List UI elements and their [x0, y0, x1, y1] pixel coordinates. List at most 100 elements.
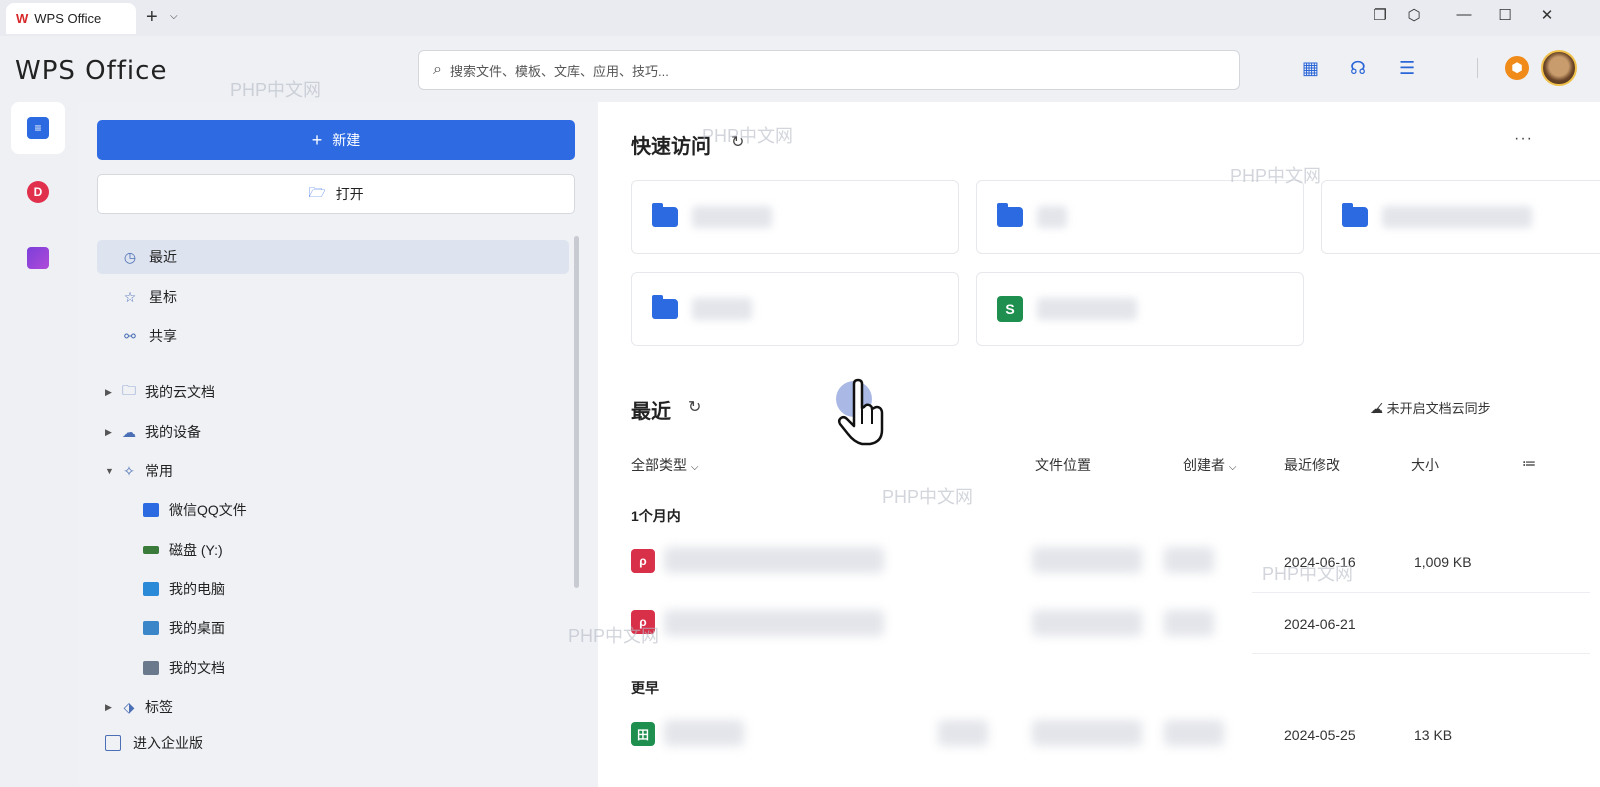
column-location[interactable]: 文件位置 [1035, 455, 1091, 475]
pin-icon: ✧ [123, 462, 135, 479]
quick-access-card[interactable] [976, 180, 1304, 254]
apps-grid-icon[interactable]: ▦ [1302, 58, 1319, 79]
blurred-file-name [664, 547, 884, 573]
menu-icon[interactable]: ☰ [1399, 58, 1415, 79]
wechat-folder-icon [143, 503, 159, 517]
row-modified: 2024-05-25 [1284, 727, 1356, 743]
tree-item-label: 我的云文档 [145, 384, 215, 400]
column-type-filter[interactable]: 全部类型 ⌵ [631, 455, 698, 475]
minimize-button[interactable]: — [1452, 6, 1476, 23]
watermark: PHP中文网 [1230, 166, 1322, 186]
common-item-my-documents[interactable]: 我的文档 [143, 653, 225, 683]
tab-wps-office[interactable]: W WPS Office [6, 3, 136, 34]
avatar[interactable] [1541, 50, 1577, 86]
member-badge-icon[interactable]: ⬢ [1505, 56, 1529, 80]
common-item-label: 微信QQ文件 [169, 502, 247, 518]
main-panel: 快速访问 ↻ ··· S 最近 ↻ ☁̸ 未开启文档云同步 全部类型 ⌵ 文件位… [598, 102, 1600, 787]
folder-icon [652, 295, 678, 319]
common-item-label: 我的电脑 [169, 581, 225, 597]
chevron-down-icon: ⌵ [1228, 462, 1237, 473]
recent-title: 最近 [631, 401, 671, 423]
pdf-icon: D [27, 181, 49, 203]
blurred-name [1037, 298, 1137, 320]
column-size[interactable]: 大小 [1411, 455, 1439, 475]
column-modified[interactable]: 最近修改 [1284, 455, 1340, 475]
sidebar-scrollbar[interactable] [574, 236, 579, 588]
search-placeholder: 搜索文件、模板、文库、应用、技巧... [449, 63, 669, 79]
plus-icon: + [311, 129, 323, 150]
chevron-right-icon[interactable]: ▶ [105, 702, 119, 713]
open-button[interactable]: 🗁 打开 [97, 174, 575, 214]
tree-item-my-devices[interactable]: ▶ ☁ 我的设备 [105, 417, 201, 447]
title-bar: W WPS Office + ⌵ ❐ ⬡ — ☐ ✕ [0, 0, 1600, 36]
tree-item-common[interactable]: ▼ ✧ 常用 [105, 456, 173, 486]
open-label: 打开 [335, 186, 364, 202]
group-label-month: 1个月内 [631, 508, 681, 524]
row-divider [1252, 592, 1590, 593]
refresh-icon[interactable]: ↻ [688, 397, 701, 417]
row-size: 13 KB [1414, 727, 1453, 743]
rail-docs-button[interactable]: ≡ [11, 102, 65, 154]
chevron-right-icon[interactable]: ▶ [105, 387, 119, 398]
building-icon [105, 735, 121, 751]
cube-icon[interactable]: ⬡ [1402, 6, 1426, 24]
tree-item-cloud-docs[interactable]: ▶ 🗀 我的云文档 [105, 377, 215, 407]
chevron-down-icon[interactable]: ▼ [105, 466, 119, 476]
quick-access-card[interactable] [631, 272, 959, 346]
common-item-wechat-qq[interactable]: 微信QQ文件 [143, 495, 247, 525]
sync-status-label: 未开启文档云同步 [1386, 401, 1491, 416]
clock-icon: ◷ [123, 248, 137, 265]
sidebar-item-recent[interactable]: ◷ 最近 [97, 240, 569, 274]
cloud-sync-status[interactable]: ☁̸ 未开启文档云同步 [1370, 398, 1491, 417]
search-input[interactable]: ⌕ 搜索文件、模板、文库、应用、技巧... [418, 50, 1240, 90]
spreadsheet-icon: S [997, 296, 1023, 322]
tree-item-tags[interactable]: ▶ ⬗ 标签 [105, 692, 173, 722]
folder-open-icon: 🗁 [308, 184, 326, 200]
quick-access-card[interactable] [1321, 180, 1600, 254]
sidebar-item-starred[interactable]: ☆ 星标 [97, 280, 569, 314]
brand-logo: WPS Office [15, 56, 168, 86]
app-rail: ≡ D [0, 102, 78, 787]
quick-access-title: 快速访问 [631, 136, 711, 158]
new-label: 新建 [332, 132, 361, 148]
new-tab-button[interactable]: + [146, 6, 158, 29]
row-divider [1252, 653, 1590, 654]
close-button[interactable]: ✕ [1535, 6, 1559, 24]
watermark: PHP中文网 [882, 487, 974, 507]
quick-access-card[interactable]: S [976, 272, 1304, 346]
chevron-right-icon[interactable]: ▶ [105, 427, 119, 438]
quick-access-card[interactable] [631, 180, 959, 254]
more-options-icon[interactable]: ··· [1514, 130, 1533, 148]
chevron-down-icon[interactable]: ⌵ [170, 11, 178, 22]
hand-cursor-icon [837, 378, 884, 446]
column-settings-icon[interactable]: ≔ [1522, 455, 1536, 472]
sidebar-item-label: 星标 [149, 289, 177, 305]
divider [1477, 58, 1478, 78]
tree-item-label: 常用 [145, 463, 173, 479]
watermark: PHP中文网 [1262, 564, 1354, 584]
sidebar: + 新建 🗁 打开 ◷ 最近 ☆ 星标 ⚯ 共享 ▶ 🗀 我的云文档 ▶ ☁ 我… [78, 102, 598, 787]
folder-icon: 🗀 [122, 382, 136, 398]
maximize-button[interactable]: ☐ [1493, 6, 1517, 24]
column-creator-filter[interactable]: 创建者 ⌵ [1183, 455, 1236, 475]
tree-item-label: 标签 [145, 699, 173, 715]
common-item-disk-y[interactable]: 磁盘 (Y:) [143, 535, 223, 565]
spreadsheet-file-icon: 田 [631, 722, 655, 746]
new-button[interactable]: + 新建 [97, 120, 575, 160]
wps-logo-icon: W [16, 11, 29, 26]
rail-apps-button[interactable] [11, 232, 65, 284]
enterprise-button[interactable]: 进入企业版 [105, 728, 203, 758]
blurred-creator [1164, 610, 1214, 636]
blurred-name [692, 298, 752, 320]
sidebar-item-shared[interactable]: ⚯ 共享 [97, 319, 569, 353]
sidebar-item-label: 共享 [149, 328, 177, 344]
search-icon: ⌕ [433, 61, 442, 78]
rail-pdf-button[interactable]: D [11, 166, 65, 218]
common-item-my-computer[interactable]: 我的电脑 [143, 574, 225, 604]
headset-icon[interactable]: ☊ [1350, 58, 1366, 79]
restore-tab-icon[interactable]: ❐ [1368, 6, 1392, 24]
common-item-my-desktop[interactable]: 我的桌面 [143, 613, 225, 643]
group-label-earlier: 更早 [631, 680, 659, 696]
sidebar-item-label: 最近 [149, 249, 177, 265]
chevron-down-icon: ⌵ [690, 462, 699, 473]
